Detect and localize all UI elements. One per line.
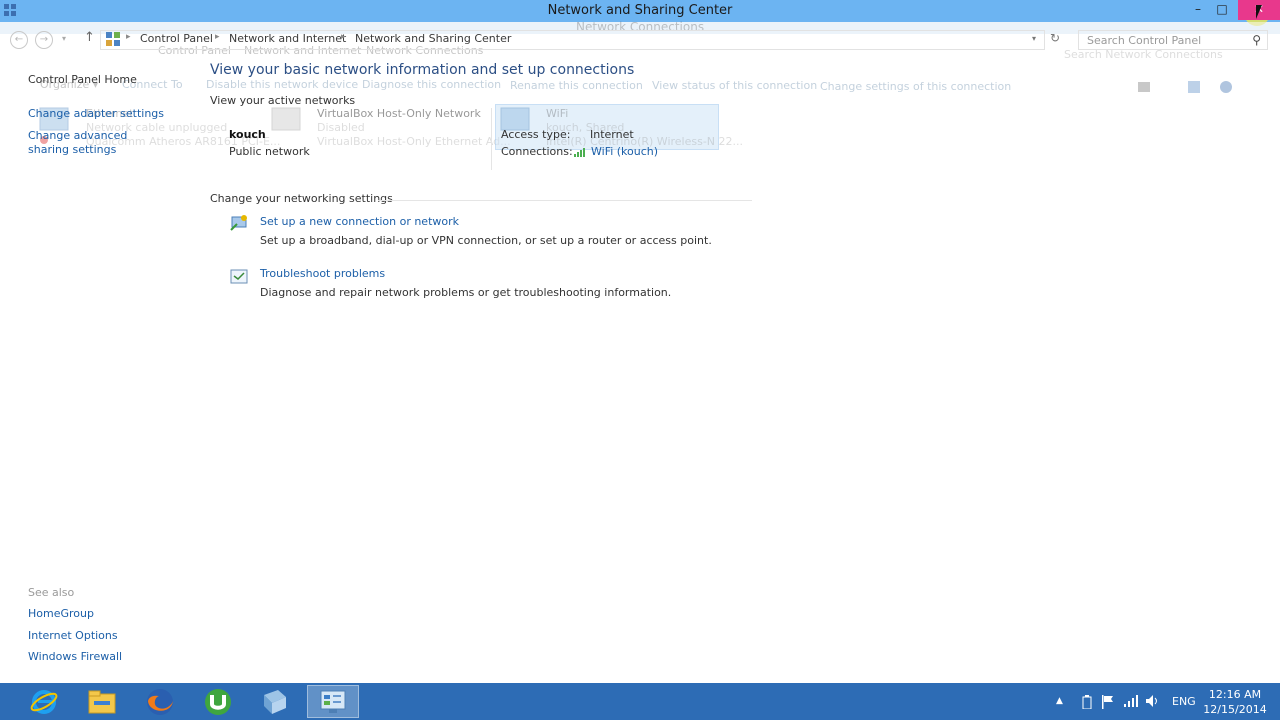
- setup-new-connection-link[interactable]: Set up a new connection or network: [260, 215, 459, 228]
- ghost-toolbar-disable: Disable this network device: [206, 78, 359, 91]
- search-icon[interactable]: ⚲: [1252, 33, 1261, 47]
- ghost-adapter-vbox-status: Disabled: [317, 121, 365, 134]
- connections-label: Connections:: [501, 145, 573, 158]
- wifi-tray-icon[interactable]: [1124, 695, 1138, 707]
- windows-firewall-link[interactable]: Windows Firewall: [28, 650, 122, 663]
- control-panel-breadcrumb-icon: [106, 32, 120, 46]
- virtualbox-icon: [264, 689, 286, 714]
- settings-divider: [378, 200, 752, 201]
- internet-options-link[interactable]: Internet Options: [28, 629, 118, 642]
- address-dropdown-chevron-icon[interactable]: ▾: [1032, 34, 1036, 43]
- utorrent-taskbar-button[interactable]: [192, 685, 244, 718]
- recent-locations-chevron-icon[interactable]: ▾: [62, 34, 66, 43]
- internet-explorer-taskbar-button[interactable]: [18, 685, 70, 718]
- ghost-toolbar-rename: Rename this connection: [510, 79, 643, 92]
- see-also-label: See also: [28, 586, 75, 599]
- clock-date: 12/15/2014: [1203, 703, 1267, 716]
- maximize-button[interactable]: □: [1210, 0, 1234, 20]
- input-language-indicator[interactable]: ENG: [1172, 683, 1196, 720]
- access-type-label: Access type:: [501, 128, 571, 141]
- action-center-flag-icon[interactable]: [1101, 695, 1115, 709]
- setup-new-connection-description: Set up a broadband, dial-up or VPN conne…: [260, 234, 712, 247]
- firefox-icon: [147, 688, 173, 715]
- firefox-taskbar-button[interactable]: [134, 685, 186, 718]
- breadcrumb-network-and-sharing-center[interactable]: Network and Sharing Center: [355, 32, 511, 45]
- network-divider: [491, 108, 492, 170]
- ghost-adapter-vbox-name: VirtualBox Host-Only Network: [317, 107, 481, 120]
- troubleshoot-problems-link[interactable]: Troubleshoot problems: [260, 267, 385, 280]
- title-bar: Network and Sharing Center – □ ✕: [0, 0, 1280, 26]
- ghost-toolbar-settings: Change settings of this connection: [820, 80, 1012, 93]
- ghost-view-options-icons: [1138, 81, 1232, 93]
- show-hidden-icons-chevron-icon[interactable]: ▲: [1056, 683, 1063, 720]
- volume-icon[interactable]: [1145, 694, 1161, 708]
- search-input[interactable]: Search Control Panel ⚲: [1078, 30, 1268, 50]
- up-button[interactable]: ↑: [84, 30, 95, 45]
- troubleshoot-problems-description: Diagnose and repair network problems or …: [260, 286, 672, 299]
- refresh-icon[interactable]: ↻: [1050, 31, 1060, 45]
- ghost-toolbar-diagnose: Diagnose this connection: [362, 78, 502, 91]
- wifi-connection-link[interactable]: WiFi (kouch): [591, 145, 658, 158]
- homegroup-link[interactable]: HomeGroup: [28, 607, 94, 620]
- file-explorer-taskbar-button[interactable]: [76, 685, 128, 718]
- new-connection-icon: [230, 215, 247, 231]
- network-sharing-center-icon: [320, 690, 346, 713]
- troubleshoot-icon: [230, 269, 248, 284]
- ghost-adapter-vbox-device: VirtualBox Host-Only Ethernet Ad...: [317, 135, 511, 148]
- forward-button[interactable]: →: [35, 31, 53, 49]
- change-adapter-settings-link[interactable]: Change adapter settings: [28, 107, 164, 120]
- file-explorer-icon: [88, 690, 116, 713]
- breadcrumb-control-panel[interactable]: Control Panel: [140, 32, 213, 45]
- ghost-adapter-wifi-name: WiFi: [546, 107, 569, 120]
- address-bar-row: ← → ▾ ↑ ▸ Control Panel ▸ Network and In…: [0, 28, 1280, 52]
- internet-explorer-icon: [30, 689, 58, 714]
- ghost-vbox-adapter-icon: [271, 107, 301, 131]
- control-panel-home-link[interactable]: Control Panel Home: [28, 73, 137, 86]
- wifi-signal-icon: [574, 148, 585, 157]
- utorrent-icon: [205, 688, 231, 715]
- clock[interactable]: 12:16 AM 12/15/2014: [1196, 687, 1274, 717]
- network-name: kouch: [229, 128, 266, 141]
- mouse-cursor-icon: [1256, 5, 1268, 19]
- window-title: Network and Sharing Center: [547, 3, 733, 18]
- active-networks-label: View your active networks: [210, 94, 356, 107]
- change-advanced-sharing-settings-link[interactable]: Change advanced sharing settings: [28, 129, 168, 157]
- taskbar: ▲ ENG 12:16 AM 12/15/2014: [0, 683, 1280, 720]
- breadcrumb-network-and-internet[interactable]: Network and Internet: [229, 32, 346, 45]
- ghost-toolbar-status: View status of this connection: [652, 79, 818, 92]
- clock-time: 12:16 AM: [1208, 688, 1262, 701]
- search-placeholder: Search Control Panel: [1087, 34, 1202, 47]
- network-type-link[interactable]: Public network: [229, 145, 310, 158]
- change-networking-settings-label: Change your networking settings: [210, 192, 393, 205]
- battery-icon[interactable]: [1082, 695, 1092, 709]
- page-title: View your basic network information and …: [210, 62, 635, 78]
- access-type-value: Internet: [590, 128, 634, 141]
- virtualbox-taskbar-button[interactable]: [249, 685, 301, 718]
- back-button[interactable]: ←: [10, 31, 28, 49]
- control-panel-taskbar-button[interactable]: [307, 685, 359, 718]
- minimize-button[interactable]: –: [1186, 0, 1210, 20]
